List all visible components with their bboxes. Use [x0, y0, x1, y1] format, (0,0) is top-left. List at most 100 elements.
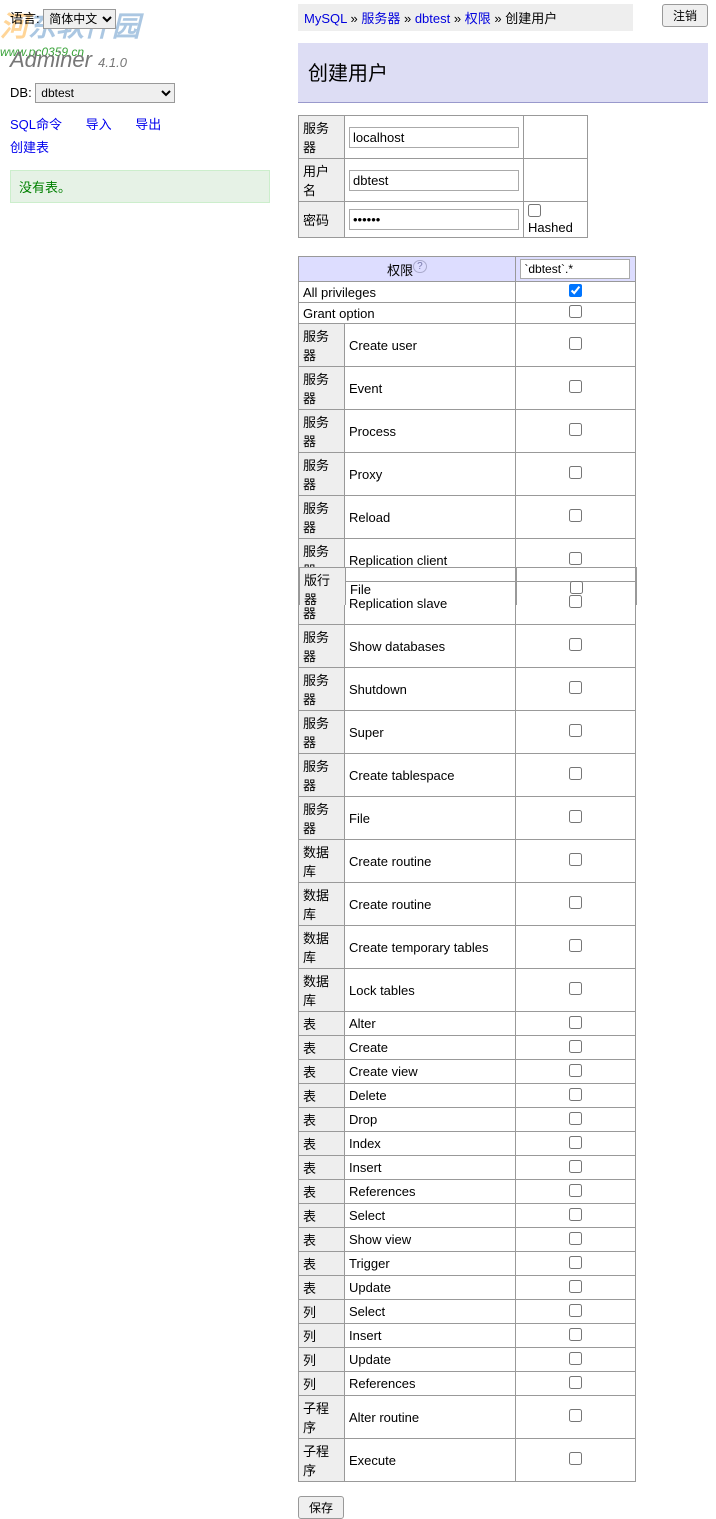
priv-row: 表Trigger [299, 1252, 636, 1276]
app-version: 4.1.0 [98, 55, 127, 70]
checkbox-priv[interactable] [569, 380, 582, 393]
logout-wrap [662, 4, 708, 27]
priv-row: 表Alter [299, 1012, 636, 1036]
priv-name: Delete [345, 1084, 516, 1108]
checkbox-priv[interactable] [569, 1352, 582, 1365]
checkbox-priv[interactable] [569, 1064, 582, 1077]
logout-button[interactable] [662, 4, 708, 27]
checkbox-priv[interactable] [569, 853, 582, 866]
bc-current: 创建用户 [505, 11, 557, 26]
checkbox-priv[interactable] [569, 509, 582, 522]
priv-category: 列 [299, 1324, 345, 1348]
checkbox-grant-option[interactable] [569, 305, 582, 318]
bc-db[interactable]: dbtest [415, 11, 450, 26]
help-icon[interactable]: ? [413, 260, 427, 273]
priv-category: 表 [299, 1036, 345, 1060]
hashed-checkbox[interactable] [528, 204, 541, 217]
priv-row: 列Select [299, 1300, 636, 1324]
checkbox-priv[interactable] [569, 681, 582, 694]
server-input[interactable] [349, 127, 519, 148]
checkbox-priv[interactable] [569, 1280, 582, 1293]
checkbox-priv[interactable] [569, 1232, 582, 1245]
priv-row: 表Drop [299, 1108, 636, 1132]
checkbox-priv[interactable] [569, 638, 582, 651]
priv-category: 服务器 [299, 797, 345, 840]
link-import[interactable]: 导入 [86, 113, 112, 136]
priv-row: 表Create view [299, 1060, 636, 1084]
sidebar: 河东软件园 www.pc0359.cn 语言: 简体中文 Adminer 4.1… [0, 0, 280, 211]
checkbox-priv[interactable] [569, 552, 582, 565]
checkbox-priv[interactable] [569, 939, 582, 952]
bc-server[interactable]: 服务器 [361, 11, 400, 26]
priv-name: Alter [345, 1012, 516, 1036]
password-label: 密码 [299, 202, 345, 238]
checkbox-priv[interactable] [569, 1304, 582, 1317]
save-button[interactable] [298, 1496, 344, 1519]
scope-input[interactable] [520, 259, 630, 279]
priv-name: Create user [345, 324, 516, 367]
priv-category: 服务器 [299, 711, 345, 754]
checkbox-priv[interactable] [569, 1160, 582, 1173]
checkbox-priv[interactable] [569, 1112, 582, 1125]
checkbox-priv[interactable] [569, 982, 582, 995]
checkbox-priv[interactable] [569, 1016, 582, 1029]
checkbox-priv-dup[interactable] [570, 581, 583, 594]
checkbox-priv[interactable] [569, 810, 582, 823]
priv-name: Show databases [345, 625, 516, 668]
link-export[interactable]: 导出 [135, 113, 161, 136]
priv-name: Insert [345, 1324, 516, 1348]
checkbox-priv[interactable] [569, 466, 582, 479]
priv-category: 数据库 [299, 969, 345, 1012]
db-select[interactable]: dbtest [35, 83, 175, 103]
priv-category: 列 [299, 1300, 345, 1324]
priv-row: 列Insert [299, 1324, 636, 1348]
checkbox-priv[interactable] [569, 1208, 582, 1221]
main-content: MySQL » 服务器 » dbtest » 权限 » 创建用户 创建用户 服务… [298, 0, 716, 1519]
language-select[interactable]: 简体中文 [43, 9, 116, 29]
checkbox-priv[interactable] [569, 1328, 582, 1341]
page-title: 创建用户 [298, 43, 708, 103]
hashed-label[interactable]: Hashed [528, 205, 573, 235]
priv-row: 表Index [299, 1132, 636, 1156]
password-input[interactable] [349, 209, 519, 230]
priv-header: 权限? [299, 257, 516, 282]
priv-row: 列References [299, 1372, 636, 1396]
checkbox-priv[interactable] [569, 1136, 582, 1149]
priv-category: 表 [299, 1276, 345, 1300]
bc-mysql[interactable]: MySQL [304, 11, 347, 26]
checkbox-priv[interactable] [569, 423, 582, 436]
priv-row: 数据库Lock tables [299, 969, 636, 1012]
bc-priv[interactable]: 权限 [465, 11, 491, 26]
priv-category: 服务器 [299, 367, 345, 410]
priv-category: 服务器 [299, 754, 345, 797]
checkbox-priv[interactable] [569, 1088, 582, 1101]
priv-name: Create temporary tables [345, 926, 516, 969]
priv-row: 表Insert [299, 1156, 636, 1180]
link-sql-command[interactable]: SQL命令 [10, 113, 62, 136]
priv-row: 数据库Create routine [299, 840, 636, 883]
priv-category: 服务器 [299, 453, 345, 496]
priv-row: 服务器Proxy [299, 453, 636, 496]
priv-category: 数据库 [299, 926, 345, 969]
checkbox-priv[interactable] [569, 724, 582, 737]
priv-row: 服务器Event [299, 367, 636, 410]
user-form-table: 服务器 用户名 密码 Hashed [298, 115, 588, 238]
checkbox-priv[interactable] [569, 767, 582, 780]
priv-name: Shutdown [345, 668, 516, 711]
checkbox-all-privileges[interactable] [569, 284, 582, 297]
checkbox-priv[interactable] [569, 1256, 582, 1269]
username-input[interactable] [349, 170, 519, 191]
checkbox-priv[interactable] [569, 1452, 582, 1465]
language-label: 语言 [10, 11, 36, 26]
checkbox-priv[interactable] [569, 1376, 582, 1389]
priv-row: 子程序Execute [299, 1439, 636, 1482]
checkbox-priv[interactable] [569, 1040, 582, 1053]
priv-category: 列 [299, 1372, 345, 1396]
link-create-table[interactable]: 创建表 [10, 136, 49, 159]
priv-category: 表 [299, 1084, 345, 1108]
duplicate-row-overlay: 版行器 File [299, 567, 637, 611]
checkbox-priv[interactable] [569, 1184, 582, 1197]
checkbox-priv[interactable] [569, 337, 582, 350]
checkbox-priv[interactable] [569, 896, 582, 909]
checkbox-priv[interactable] [569, 1409, 582, 1422]
